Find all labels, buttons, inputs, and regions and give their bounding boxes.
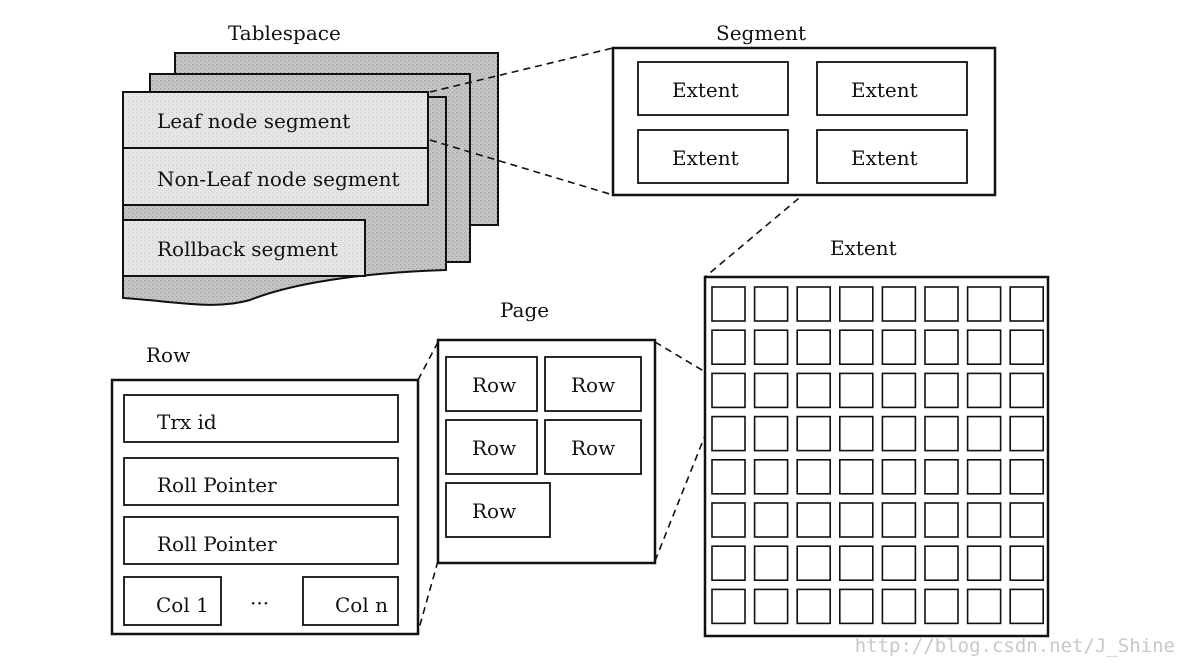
page-cell	[796, 415, 832, 452]
page-cell	[881, 502, 917, 538]
page-cell	[966, 458, 1002, 495]
leaf-node-segment-label: Leaf node segment	[157, 109, 350, 133]
page-cell	[711, 415, 746, 452]
page-cell	[1009, 588, 1045, 625]
extent-title: Extent	[830, 236, 897, 260]
page-cell	[1009, 458, 1045, 495]
page-cell	[796, 458, 832, 495]
page-cell	[753, 286, 789, 322]
page-row-label: Row	[571, 436, 615, 460]
page-row-label: Row	[472, 373, 516, 397]
extent-label: Extent	[672, 78, 739, 102]
page-cell	[1009, 415, 1045, 452]
page-cell	[881, 458, 917, 495]
page-cell	[881, 415, 917, 452]
page-cell	[966, 329, 1002, 366]
page-cell	[838, 372, 874, 409]
page-cell	[924, 458, 959, 495]
page-cell	[924, 545, 959, 582]
page-cell	[711, 286, 746, 322]
page-cell	[711, 545, 746, 582]
watermark: http://blog.csdn.net/J_Shine	[854, 635, 1175, 657]
connector-line	[654, 341, 713, 377]
tablespace-title: Tablespace	[228, 21, 341, 45]
page-cell	[838, 458, 874, 495]
extent-label: Extent	[672, 146, 739, 170]
page-cell	[924, 286, 959, 322]
extent-label: Extent	[851, 78, 918, 102]
page-cell	[924, 415, 959, 452]
page-cell	[753, 372, 789, 409]
connector-line	[654, 417, 713, 562]
page-cell	[838, 286, 874, 322]
page-cell	[838, 329, 874, 366]
page-cell	[796, 329, 832, 366]
connector-line	[704, 182, 818, 278]
page-cell	[881, 329, 917, 366]
page-cell	[838, 588, 874, 625]
page-cell	[966, 545, 1002, 582]
segment-title: Segment	[716, 21, 806, 45]
non-leaf-node-segment-label: Non-Leaf node segment	[157, 167, 400, 191]
page-cell	[881, 588, 917, 625]
page-cell	[924, 502, 959, 538]
connector-line	[417, 341, 439, 381]
page-cell	[924, 588, 959, 625]
page-cell	[753, 588, 789, 625]
page-cell	[966, 588, 1002, 625]
page-row-label: Row	[472, 436, 516, 460]
page-cell	[753, 502, 789, 538]
rollback-segment-label: Rollback segment	[157, 237, 338, 261]
row-field-label: Roll Pointer	[157, 532, 277, 556]
page-cell	[838, 415, 874, 452]
page-cell	[838, 502, 874, 538]
diagram-canvas: Tablespace Leaf node segment Non-Leaf no…	[110, 21, 1050, 638]
row-field-label: Trx id	[157, 410, 217, 434]
page-cell	[711, 458, 746, 495]
row-field-label: Roll Pointer	[157, 473, 277, 497]
page-row-label: Row	[571, 373, 615, 397]
row-title: Row	[146, 343, 190, 367]
connector-line	[417, 560, 439, 633]
page-cell	[881, 286, 917, 322]
col-n-label: Col n	[335, 593, 388, 617]
extent-label: Extent	[851, 146, 918, 170]
page-cell	[753, 329, 789, 366]
page-cell	[753, 415, 789, 452]
page-cell	[838, 545, 874, 582]
page-cell	[966, 372, 1002, 409]
page-title: Page	[500, 298, 549, 322]
page-cell	[1009, 545, 1045, 582]
page-cell	[1009, 502, 1045, 538]
innodb-storage-diagram: Tablespace Leaf node segment Non-Leaf no…	[0, 0, 1187, 665]
page-cell	[796, 588, 832, 625]
page-cell	[711, 502, 746, 538]
page-cell	[966, 415, 1002, 452]
page-cell	[924, 372, 959, 409]
page-cell	[1009, 329, 1045, 366]
col-1-label: Col 1	[156, 593, 209, 617]
page-cell	[711, 588, 746, 625]
page-cell	[711, 372, 746, 409]
page-cell	[881, 372, 917, 409]
page-cell	[753, 458, 789, 495]
page-cell	[796, 286, 832, 322]
page-cell	[711, 329, 746, 366]
page-cell	[753, 545, 789, 582]
page-cell	[924, 329, 959, 366]
page-cell	[796, 545, 832, 582]
page-row-label: Row	[472, 499, 516, 523]
page-cell	[966, 502, 1002, 538]
page-cell	[1009, 372, 1045, 409]
page-cell	[796, 372, 832, 409]
ellipsis: ···	[250, 591, 269, 615]
page-cell	[881, 545, 917, 582]
page-cell	[1009, 286, 1045, 322]
page-cell	[796, 502, 832, 538]
page-cell	[966, 286, 1002, 322]
